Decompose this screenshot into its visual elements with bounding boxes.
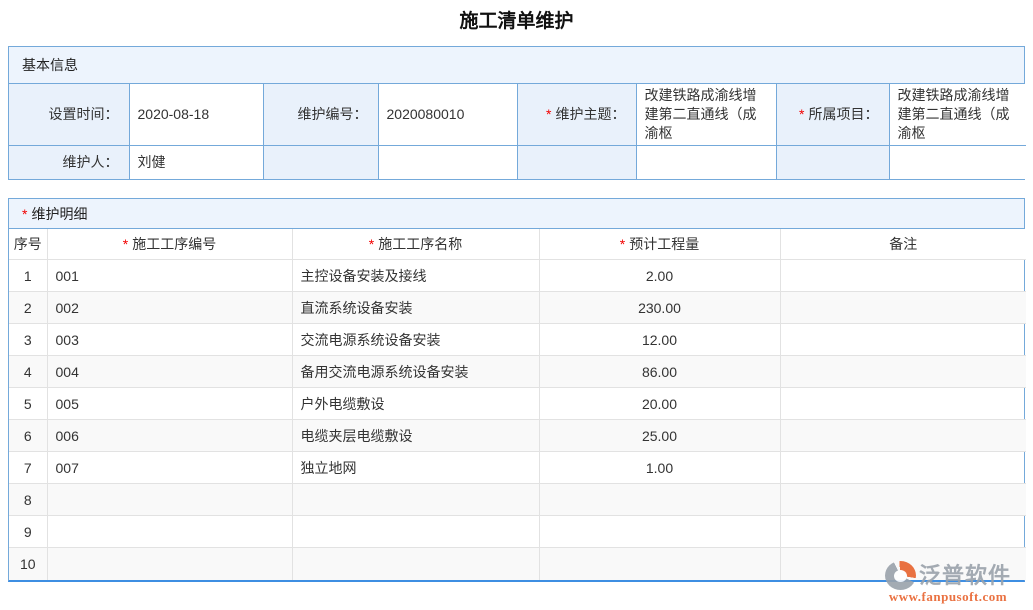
- empty-value-cell: [636, 146, 776, 179]
- cell-estimated-quantity[interactable]: 2.00: [539, 260, 780, 292]
- cell-remark[interactable]: [780, 420, 1026, 452]
- field-label-set-time: 设置时间：: [9, 84, 129, 146]
- cell-remark[interactable]: [780, 452, 1026, 484]
- table-row: 9: [9, 516, 1026, 548]
- cell-process-name[interactable]: [292, 516, 539, 548]
- field-value-project[interactable]: 改建铁路成渝线增建第二直通线（成渝枢: [889, 84, 1026, 146]
- field-value-maintainer[interactable]: 刘健: [129, 146, 263, 179]
- table-row: 3 003 交流电源系统设备安装 12.00: [9, 324, 1026, 356]
- table-row: 2 002 直流系统设备安装 230.00: [9, 292, 1026, 324]
- cell-process-name[interactable]: 直流系统设备安装: [292, 292, 539, 324]
- required-asterisk: *: [546, 106, 551, 122]
- cell-process-name[interactable]: [292, 548, 539, 580]
- cell-process-code[interactable]: 005: [47, 388, 292, 420]
- cell-process-name[interactable]: 交流电源系统设备安装: [292, 324, 539, 356]
- cell-remark[interactable]: [780, 324, 1026, 356]
- table-row: 4 004 备用交流电源系统设备安装 86.00: [9, 356, 1026, 388]
- cell-process-code[interactable]: 007: [47, 452, 292, 484]
- field-label-project: *所属项目：: [776, 84, 889, 146]
- fanpu-logo-icon: [885, 561, 916, 590]
- cell-remark[interactable]: [780, 292, 1026, 324]
- basic-info-section-title: 基本信息: [9, 47, 1024, 84]
- empty-label-cell: [517, 146, 636, 179]
- field-value-maintenance-subject[interactable]: 改建铁路成渝线增建第二直通线（成渝枢: [636, 84, 776, 146]
- row-seq-number: 3: [9, 324, 47, 356]
- table-row: 1 001 主控设备安装及接线 2.00: [9, 260, 1026, 292]
- cell-remark[interactable]: [780, 388, 1026, 420]
- row-seq-number: 4: [9, 356, 47, 388]
- table-row: 7 007 独立地网 1.00: [9, 452, 1026, 484]
- cell-estimated-quantity[interactable]: 230.00: [539, 292, 780, 324]
- vendor-watermark: 泛普软件 www.fanpusoft.com: [885, 561, 1011, 605]
- cell-estimated-quantity[interactable]: 25.00: [539, 420, 780, 452]
- cell-process-name[interactable]: 户外电缆敷设: [292, 388, 539, 420]
- cell-process-code[interactable]: 006: [47, 420, 292, 452]
- cell-estimated-quantity[interactable]: 1.00: [539, 452, 780, 484]
- table-row: 10: [9, 548, 1026, 580]
- col-header-remark: 备注: [780, 229, 1026, 260]
- cell-process-name[interactable]: 备用交流电源系统设备安装: [292, 356, 539, 388]
- vendor-website-url: www.fanpusoft.com: [885, 589, 1011, 605]
- table-row: 8: [9, 484, 1026, 516]
- maintenance-detail-panel: *维护明细 序号 *施工工序编号 *施工工序名称 *预计工程量 备注 1 001…: [8, 198, 1025, 582]
- empty-value-cell: [378, 146, 517, 179]
- col-header-seq: 序号: [9, 229, 47, 260]
- detail-table-header-row: 序号 *施工工序编号 *施工工序名称 *预计工程量 备注: [9, 229, 1026, 260]
- vendor-brand-name: 泛普软件: [919, 564, 1011, 588]
- empty-label-cell: [776, 146, 889, 179]
- cell-process-code[interactable]: 001: [47, 260, 292, 292]
- required-asterisk: *: [22, 206, 27, 222]
- cell-remark[interactable]: [780, 356, 1026, 388]
- row-seq-number: 2: [9, 292, 47, 324]
- maintenance-detail-section-title: *维护明细: [9, 199, 1024, 229]
- row-seq-number: 9: [9, 516, 47, 548]
- col-header-process-code: *施工工序编号: [47, 229, 292, 260]
- cell-estimated-quantity[interactable]: 12.00: [539, 324, 780, 356]
- cell-process-code[interactable]: 004: [47, 356, 292, 388]
- maintenance-detail-table: 序号 *施工工序编号 *施工工序名称 *预计工程量 备注 1 001 主控设备安…: [9, 229, 1026, 580]
- table-row: 5 005 户外电缆敷设 20.00: [9, 388, 1026, 420]
- cell-estimated-quantity[interactable]: 20.00: [539, 388, 780, 420]
- field-label-maintenance-no: 维护编号：: [263, 84, 378, 146]
- field-value-set-time[interactable]: 2020-08-18: [129, 84, 263, 146]
- cell-process-name[interactable]: 独立地网: [292, 452, 539, 484]
- row-seq-number: 1: [9, 260, 47, 292]
- required-asterisk: *: [799, 106, 804, 122]
- cell-process-code[interactable]: [47, 516, 292, 548]
- required-asterisk: *: [123, 236, 128, 252]
- empty-label-cell: [263, 146, 378, 179]
- field-label-maintainer: 维护人：: [9, 146, 129, 179]
- row-seq-number: 8: [9, 484, 47, 516]
- cell-estimated-quantity[interactable]: [539, 484, 780, 516]
- field-label-maintenance-subject: *维护主题：: [517, 84, 636, 146]
- cell-remark[interactable]: [780, 260, 1026, 292]
- cell-process-name[interactable]: 电缆夹层电缆敷设: [292, 420, 539, 452]
- row-seq-number: 6: [9, 420, 47, 452]
- row-seq-number: 5: [9, 388, 47, 420]
- row-seq-number: 7: [9, 452, 47, 484]
- row-seq-number: 10: [9, 548, 47, 580]
- page-title: 施工清单维护: [0, 8, 1033, 36]
- required-asterisk: *: [369, 236, 374, 252]
- cell-remark[interactable]: [780, 516, 1026, 548]
- cell-estimated-quantity[interactable]: [539, 516, 780, 548]
- cell-estimated-quantity[interactable]: [539, 548, 780, 580]
- table-row: 6 006 电缆夹层电缆敷设 25.00: [9, 420, 1026, 452]
- cell-process-code[interactable]: [47, 484, 292, 516]
- detail-table-body: 1 001 主控设备安装及接线 2.00 2 002 直流系统设备安装 230.…: [9, 260, 1026, 580]
- required-asterisk: *: [620, 236, 625, 252]
- cell-remark[interactable]: [780, 484, 1026, 516]
- cell-process-code[interactable]: [47, 548, 292, 580]
- cell-estimated-quantity[interactable]: 86.00: [539, 356, 780, 388]
- cell-process-name[interactable]: 主控设备安装及接线: [292, 260, 539, 292]
- empty-value-cell: [889, 146, 1026, 179]
- cell-process-name[interactable]: [292, 484, 539, 516]
- cell-process-code[interactable]: 002: [47, 292, 292, 324]
- cell-process-code[interactable]: 003: [47, 324, 292, 356]
- basic-info-table: 设置时间： 2020-08-18 维护编号： 2020080010 *维护主题：…: [9, 84, 1026, 179]
- field-value-maintenance-no[interactable]: 2020080010: [378, 84, 517, 146]
- col-header-estimated-quantity: *预计工程量: [539, 229, 780, 260]
- col-header-process-name: *施工工序名称: [292, 229, 539, 260]
- basic-info-panel: 基本信息 设置时间： 2020-08-18 维护编号： 2020080010 *…: [8, 46, 1025, 180]
